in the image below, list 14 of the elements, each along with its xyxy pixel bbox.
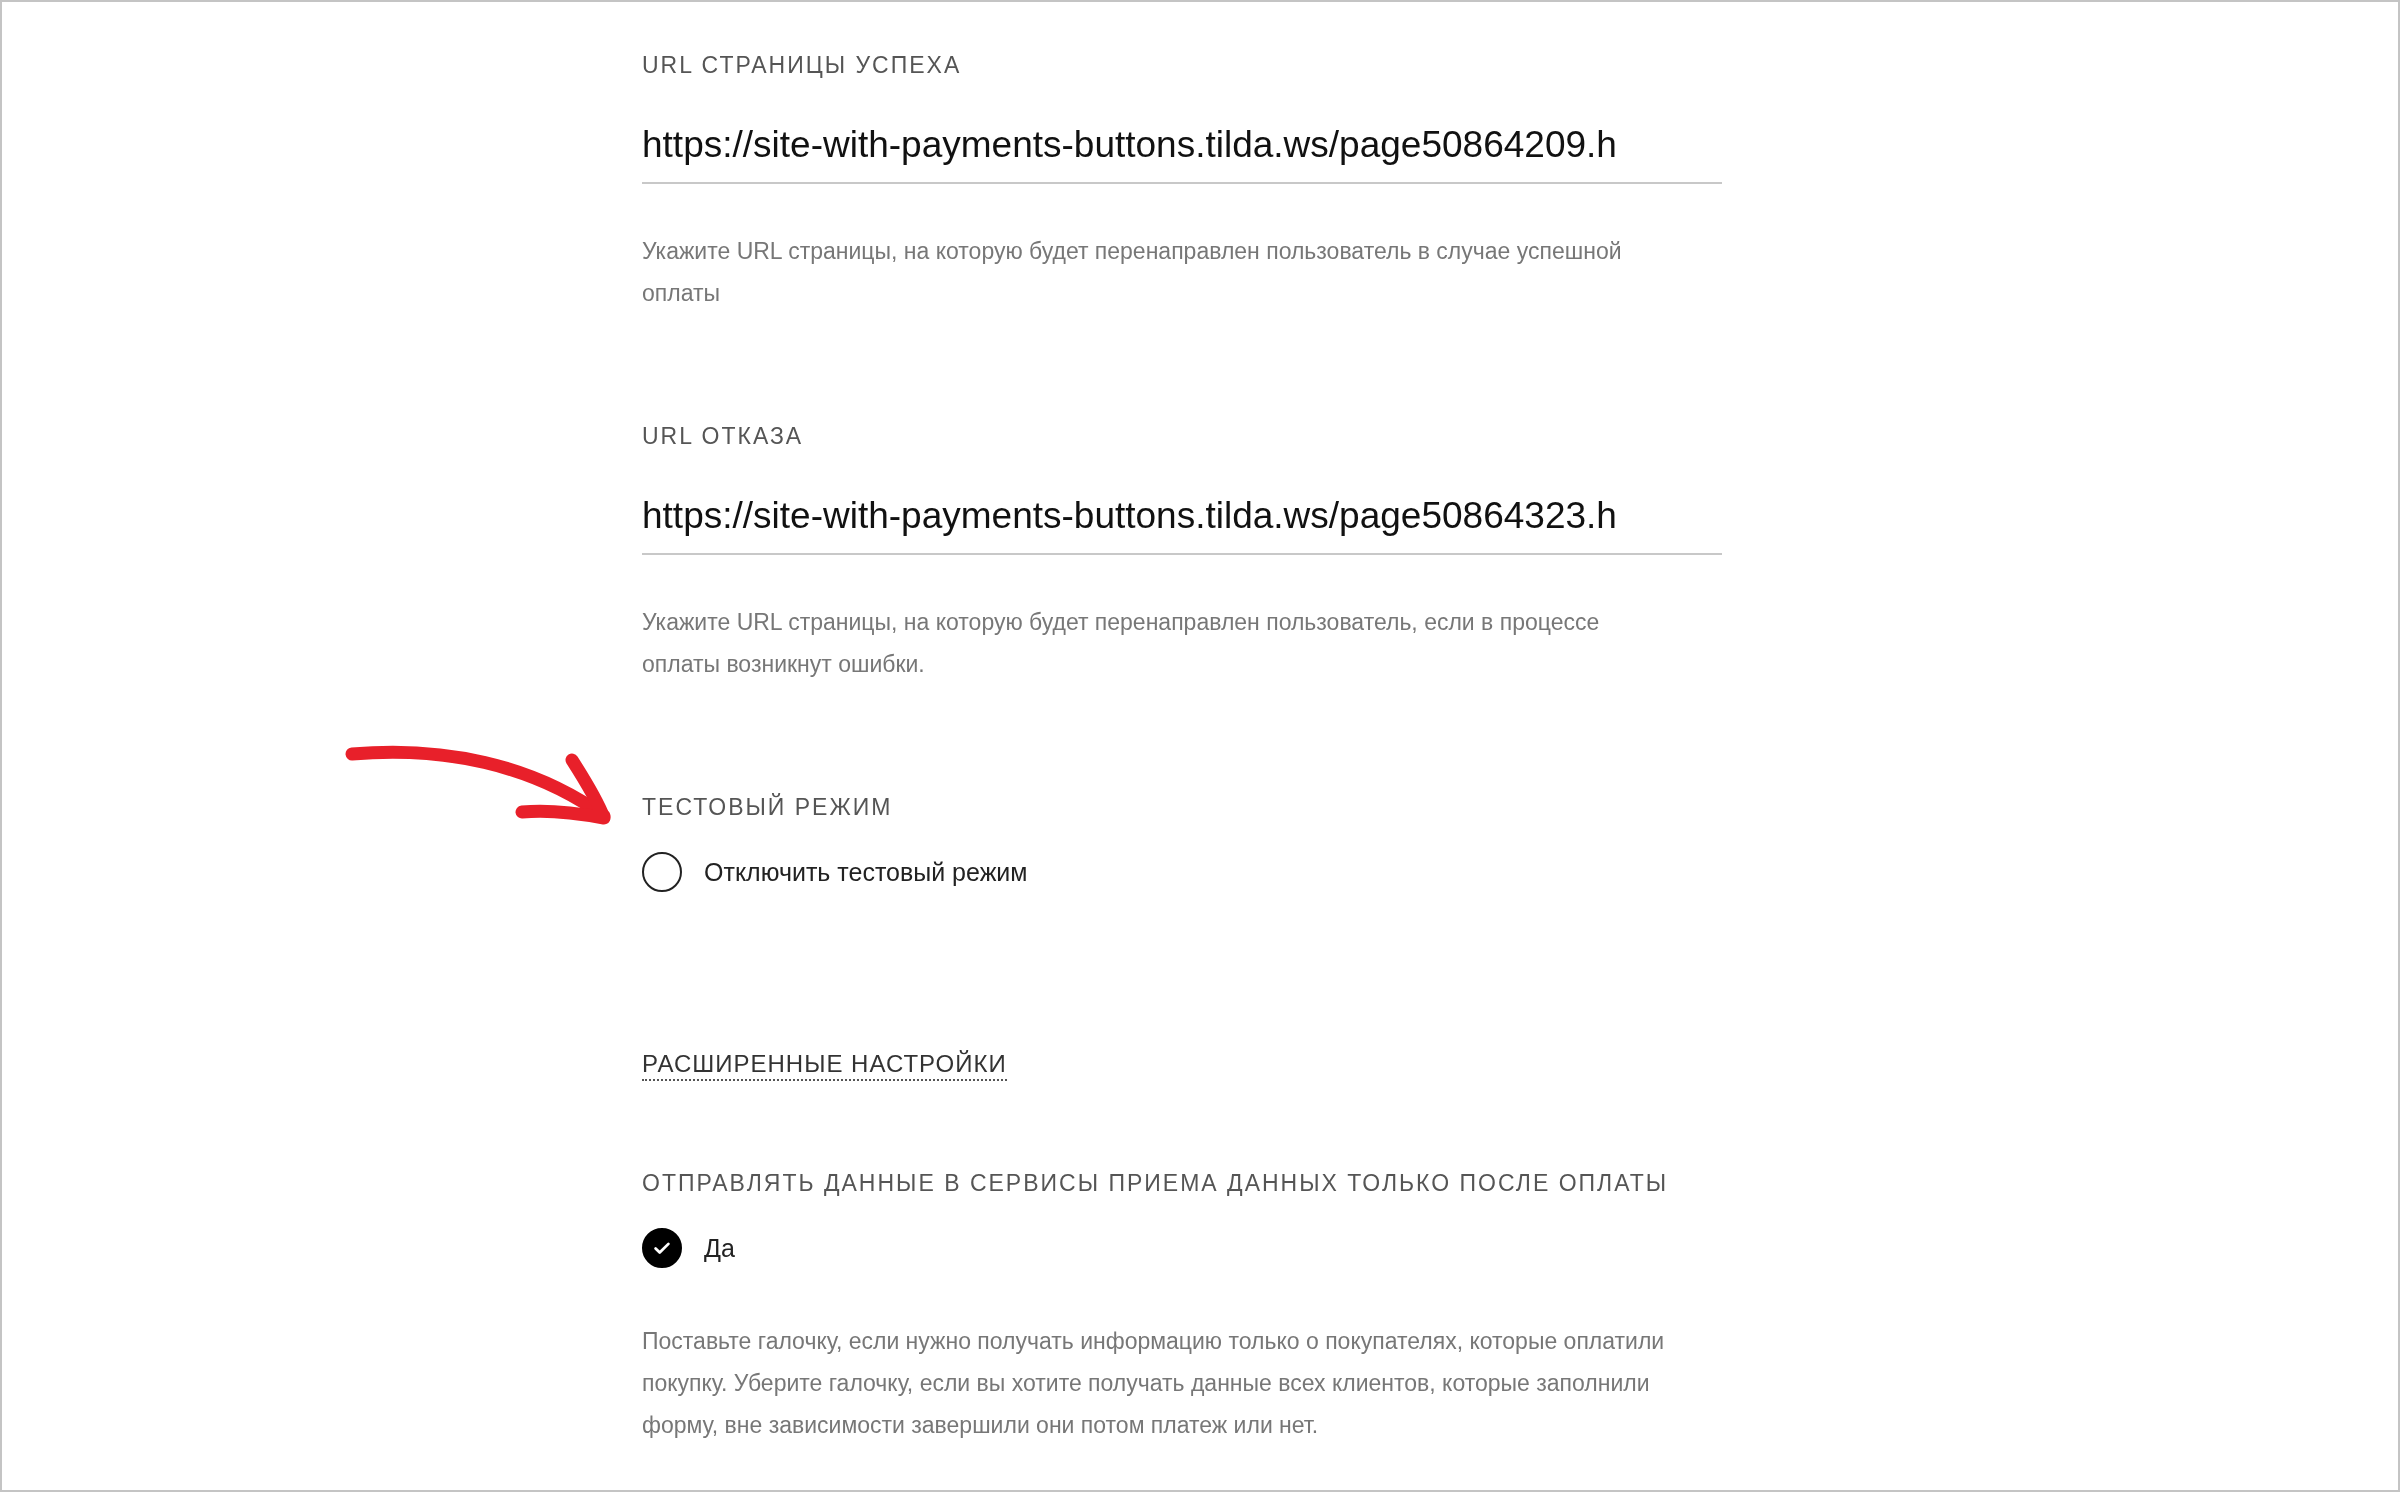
field-hint: Укажите URL страницы, на которую будет перенаправлен пользователь в случае успешной оплаты [642, 237, 1623, 308]
checkbox[interactable] [642, 1228, 682, 1268]
checkbox-label[interactable]: Отключить тестовый режим [704, 857, 1028, 887]
field-hint: Укажите URL страницы, на которую будет перенаправлен пользователь, если в процессе оплаты возникнут ошибки. [642, 608, 1601, 679]
field-label: ОТПРАВЛЯТЬ ДАННЫЕ В СЕРВИСЫ ПРИЕМА ДАННЫХ ТОЛЬКО ПОСЛЕ ОПЛАТЫ [642, 1169, 1670, 1198]
field-label: URL ОТКАЗА [642, 422, 805, 451]
url-input-field[interactable]: https://site-with-payments-buttons.tilda.ws/page50864209.h [642, 120, 1722, 184]
field-label: URL СТРАНИЦЫ УСПЕХА [642, 51, 963, 80]
field-hint: Поставьте галочку, если нужно получать информацию только о покупателях, которые оплатили покупку. Уберите галочку, если вы хотите получать данные всех клиентов, которые заполнили форму, вне зависимости завершили они потом платеж или нет. [642, 1327, 1666, 1440]
checkbox[interactable] [642, 852, 682, 892]
advanced-settings-link[interactable]: РАСШИРЕННЫЕ НАСТРОЙКИ [642, 1050, 1007, 1081]
url-input-field[interactable]: https://site-with-payments-buttons.tilda.ws/page50864323.h [642, 491, 1722, 555]
checkbox-label[interactable]: Да [704, 1233, 735, 1263]
field-label: ТЕСТОВЫЙ РЕЖИМ [642, 792, 894, 822]
